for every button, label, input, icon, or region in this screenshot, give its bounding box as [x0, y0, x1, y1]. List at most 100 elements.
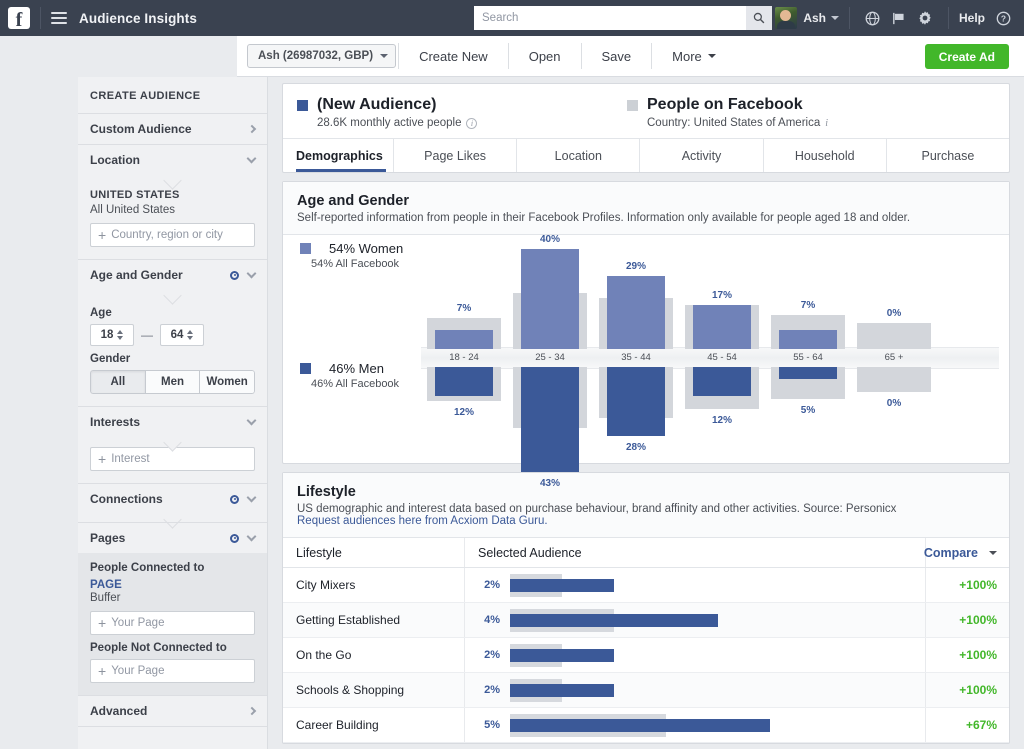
chart-label-women: 0% — [851, 308, 937, 319]
create-new-button[interactable]: Create New — [401, 36, 506, 77]
search-input[interactable] — [474, 6, 746, 30]
help-label[interactable]: Help — [959, 11, 985, 25]
location-input[interactable]: + Country, region or city — [90, 223, 255, 247]
divider — [948, 7, 949, 29]
gender-option-women[interactable]: Women — [200, 370, 255, 394]
selected-audience-bar — [510, 649, 614, 662]
men-legend-sub: 46% All Facebook — [311, 378, 399, 390]
chart-bar-women[interactable] — [435, 330, 493, 349]
table-row[interactable]: Schools & Shopping2%+100% — [283, 673, 1009, 708]
sidebar-item-custom-audience[interactable]: Custom Audience — [78, 113, 267, 144]
sidebar-item-pages[interactable]: Pages — [78, 522, 267, 553]
column-header-selected-audience: Selected Audience — [464, 538, 925, 567]
action-toolbar: Ash (26987032, GBP) Create New Open Save… — [237, 36, 1024, 77]
stepper-arrows-icon — [187, 330, 193, 340]
chevron-down-icon — [989, 551, 997, 555]
reset-filter-icon[interactable] — [230, 534, 239, 543]
selected-audience-title-row: (New Audience) — [297, 96, 627, 114]
chart-bar-men[interactable] — [779, 367, 837, 379]
facebook-logo-icon[interactable]: f — [8, 7, 30, 29]
panel-notch — [78, 175, 267, 183]
create-ad-button[interactable]: Create Ad — [925, 44, 1009, 69]
men-swatch-icon — [300, 363, 311, 374]
info-icon[interactable]: i — [825, 118, 828, 129]
location-input-placeholder: Country, region or city — [111, 229, 223, 241]
women-legend-sub: 54% All Facebook — [311, 258, 403, 270]
table-row[interactable]: City Mixers2%+100% — [283, 568, 1009, 603]
tab-location[interactable]: Location — [516, 139, 639, 172]
sidebar-item-label: Advanced — [90, 704, 147, 718]
flag-icon[interactable] — [886, 0, 912, 36]
account-selector[interactable]: Ash (26987032, GBP) — [247, 44, 396, 68]
search-button[interactable] — [746, 6, 772, 30]
chevron-down-icon — [247, 492, 257, 502]
globe-icon[interactable] — [860, 0, 886, 36]
global-search[interactable] — [474, 6, 772, 30]
sidebar-item-advanced[interactable]: Advanced — [78, 695, 267, 726]
divider — [398, 43, 399, 69]
sidebar-item-label: Custom Audience — [90, 122, 192, 136]
women-legend: 54% Women 54% All Facebook — [291, 241, 403, 270]
chevron-down-icon[interactable] — [831, 16, 839, 20]
more-button[interactable]: More — [654, 36, 734, 77]
gender-option-men[interactable]: Men — [146, 370, 201, 394]
age-max-stepper[interactable]: 64 — [160, 324, 204, 346]
section-title: Lifestyle — [297, 484, 995, 500]
lifestyle-name: Getting Established — [283, 603, 464, 637]
chart-label-men: 28% — [593, 442, 679, 453]
reset-filter-icon[interactable] — [230, 271, 239, 280]
table-row[interactable]: Career Building5%+67% — [283, 708, 1009, 743]
acxiom-request-link[interactable]: Request audiences here from Acxiom Data … — [297, 515, 995, 527]
tab-activity[interactable]: Activity — [639, 139, 762, 172]
chart-axis-label: 25 - 34 — [507, 352, 593, 363]
gender-option-all[interactable]: All — [90, 370, 146, 394]
plus-icon: + — [98, 452, 106, 466]
user-name[interactable]: Ash — [803, 11, 826, 25]
account-label: Ash (26987032, GBP) — [258, 50, 373, 62]
tab-household[interactable]: Household — [763, 139, 886, 172]
table-row[interactable]: Getting Established4%+100% — [283, 603, 1009, 638]
chart-bar-women[interactable] — [607, 276, 665, 349]
people-connected-label: People Connected to — [90, 562, 255, 574]
chart-bar-women[interactable] — [779, 330, 837, 349]
open-button[interactable]: Open — [511, 36, 579, 77]
hamburger-menu-icon[interactable] — [51, 12, 67, 24]
chevron-right-icon — [248, 125, 256, 133]
percentage-value: 2% — [478, 684, 500, 696]
insight-tabs: Demographics Page Likes Location Activit… — [283, 138, 1009, 172]
tab-page-likes[interactable]: Page Likes — [393, 139, 516, 172]
more-label: More — [672, 49, 702, 64]
compare-value: +67% — [925, 708, 1009, 742]
panel-notch — [78, 290, 267, 298]
lifestyle-table-header: Lifestyle Selected Audience Compare — [283, 538, 1009, 568]
compare-label: Compare — [924, 546, 978, 560]
chart-age-group-3: 29%28% — [593, 239, 679, 459]
not-connected-page-placeholder: Your Page — [111, 665, 164, 677]
gear-icon[interactable] — [912, 0, 938, 36]
page-link[interactable]: PAGE — [90, 579, 255, 591]
table-row[interactable]: On the Go2%+100% — [283, 638, 1009, 673]
percentage-value: 4% — [478, 614, 500, 626]
info-icon[interactable]: i — [466, 118, 477, 129]
connected-page-input[interactable]: + Your Page — [90, 611, 255, 635]
age-min-value: 18 — [101, 329, 114, 341]
chart-age-group-4: 17%12% — [679, 239, 765, 459]
column-header-compare[interactable]: Compare — [925, 538, 1009, 567]
save-button[interactable]: Save — [584, 36, 650, 77]
chart-label-men: 12% — [679, 415, 765, 426]
chart-bar-women[interactable] — [693, 305, 751, 349]
not-connected-page-input[interactable]: + Your Page — [90, 659, 255, 683]
tab-demographics[interactable]: Demographics — [283, 139, 393, 172]
reset-filter-icon[interactable] — [230, 495, 239, 504]
chart-bar-men[interactable] — [607, 367, 665, 436]
avatar[interactable] — [775, 7, 797, 29]
chart-bar-men[interactable] — [693, 367, 751, 396]
question-circle-icon[interactable]: ? — [990, 0, 1016, 36]
chart-bar-women[interactable] — [521, 249, 579, 349]
panel-notch — [78, 437, 267, 445]
tab-purchase[interactable]: Purchase — [886, 139, 1009, 172]
age-min-stepper[interactable]: 18 — [90, 324, 134, 346]
chart-bar-men[interactable] — [435, 367, 493, 396]
chart-label-men: 5% — [765, 405, 851, 416]
chart-bar-men[interactable] — [521, 367, 579, 472]
